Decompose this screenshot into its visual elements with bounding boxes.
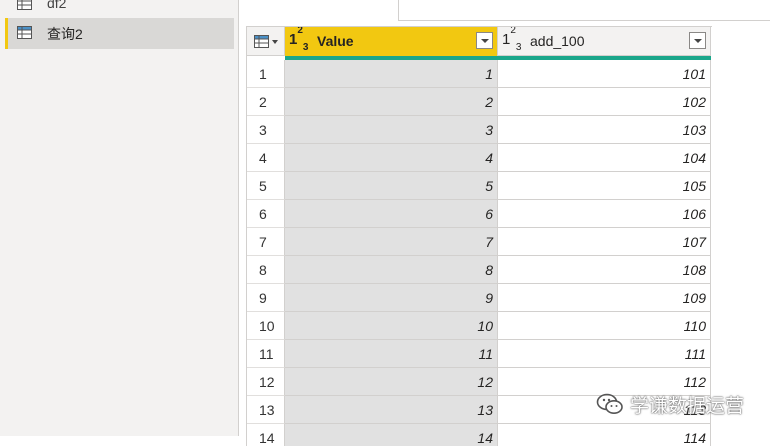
cell-value[interactable]: 12: [285, 368, 498, 396]
formula-bar[interactable]: [398, 0, 770, 21]
table-row: 14 14 114: [247, 424, 712, 446]
cell-value[interactable]: 11: [285, 340, 498, 368]
cell-value[interactable]: 5: [285, 172, 498, 200]
table-row: 5 5 105: [247, 172, 712, 200]
cell-value[interactable]: 8: [285, 256, 498, 284]
cell-value[interactable]: 6: [285, 200, 498, 228]
cell-add-100[interactable]: 108: [498, 256, 711, 284]
table-row: 11 11 111: [247, 340, 712, 368]
cell-add-100[interactable]: 102: [498, 88, 711, 116]
table-row: 3 3 103: [247, 116, 712, 144]
column-header-value[interactable]: 123 Value: [285, 27, 498, 56]
cell-value[interactable]: 10: [285, 312, 498, 340]
cell-value[interactable]: 3: [285, 116, 498, 144]
table-row: 10 10 110: [247, 312, 712, 340]
column-title: add_100: [530, 33, 585, 49]
row-number[interactable]: 10: [247, 312, 285, 340]
row-number[interactable]: 5: [247, 172, 285, 200]
cell-add-100[interactable]: 114: [498, 424, 711, 446]
table-row: 4 4 104: [247, 144, 712, 172]
row-number[interactable]: 2: [247, 88, 285, 116]
query-label: df2: [47, 0, 67, 11]
table-row: 2 2 102: [247, 88, 712, 116]
wechat-icon: [596, 393, 623, 414]
cell-add-100[interactable]: 104: [498, 144, 711, 172]
filter-dropdown-button[interactable]: [476, 32, 493, 49]
queries-pane: df2 查询2: [0, 0, 239, 436]
whole-number-type-icon[interactable]: 123: [289, 27, 308, 53]
row-number[interactable]: 8: [247, 256, 285, 284]
row-number[interactable]: 13: [247, 396, 285, 424]
whole-number-type-icon[interactable]: 123: [502, 27, 521, 53]
cell-add-100[interactable]: 101: [498, 60, 711, 88]
table-row: 6 6 106: [247, 200, 712, 228]
row-number[interactable]: 1: [247, 60, 285, 88]
row-number[interactable]: 4: [247, 144, 285, 172]
table-menu-button[interactable]: [247, 27, 285, 56]
table-icon: [254, 35, 269, 48]
row-number[interactable]: 7: [247, 228, 285, 256]
watermark: 学谦数据运营: [596, 392, 745, 417]
watermark-text: 学谦数据运营: [630, 395, 745, 417]
table-icon: [17, 26, 32, 39]
column-title: Value: [317, 33, 354, 49]
chevron-down-icon: [272, 40, 278, 44]
cell-add-100[interactable]: 106: [498, 200, 711, 228]
cell-value[interactable]: 7: [285, 228, 498, 256]
cell-add-100[interactable]: 109: [498, 284, 711, 312]
query-label: 查询2: [47, 26, 83, 42]
table-row: 7 7 107: [247, 228, 712, 256]
cell-add-100[interactable]: 111: [498, 340, 711, 368]
row-number[interactable]: 14: [247, 424, 285, 446]
cell-value[interactable]: 13: [285, 396, 498, 424]
grid-header: 123 Value 123 add_100: [247, 27, 712, 56]
row-number[interactable]: 3: [247, 116, 285, 144]
row-number[interactable]: 9: [247, 284, 285, 312]
query-item-query2[interactable]: 查询2: [5, 18, 234, 49]
cell-value[interactable]: 14: [285, 424, 498, 446]
data-grid: 123 Value 123 add_100 1 1 101 2 2 102 3 3 103 4 4 1…: [246, 26, 712, 446]
cell-value[interactable]: 2: [285, 88, 498, 116]
cell-value[interactable]: 1: [285, 60, 498, 88]
table-row: 9 9 109: [247, 284, 712, 312]
cell-add-100[interactable]: 107: [498, 228, 711, 256]
query-item-df2[interactable]: df2: [5, 0, 234, 20]
filter-dropdown-button[interactable]: [689, 32, 706, 49]
cell-value[interactable]: 4: [285, 144, 498, 172]
cell-add-100[interactable]: 103: [498, 116, 711, 144]
row-number[interactable]: 11: [247, 340, 285, 368]
table-icon: [17, 0, 32, 10]
table-row: 1 1 101: [247, 60, 712, 88]
row-number[interactable]: 6: [247, 200, 285, 228]
cell-add-100[interactable]: 110: [498, 312, 711, 340]
cell-value[interactable]: 9: [285, 284, 498, 312]
table-row: 8 8 108: [247, 256, 712, 284]
grid-rows: 1 1 101 2 2 102 3 3 103 4 4 104 5 5 105 6 6 106 7 7 107 8 8 108…: [247, 60, 712, 446]
row-number[interactable]: 12: [247, 368, 285, 396]
column-header-add-100[interactable]: 123 add_100: [498, 27, 711, 56]
cell-add-100[interactable]: 105: [498, 172, 711, 200]
